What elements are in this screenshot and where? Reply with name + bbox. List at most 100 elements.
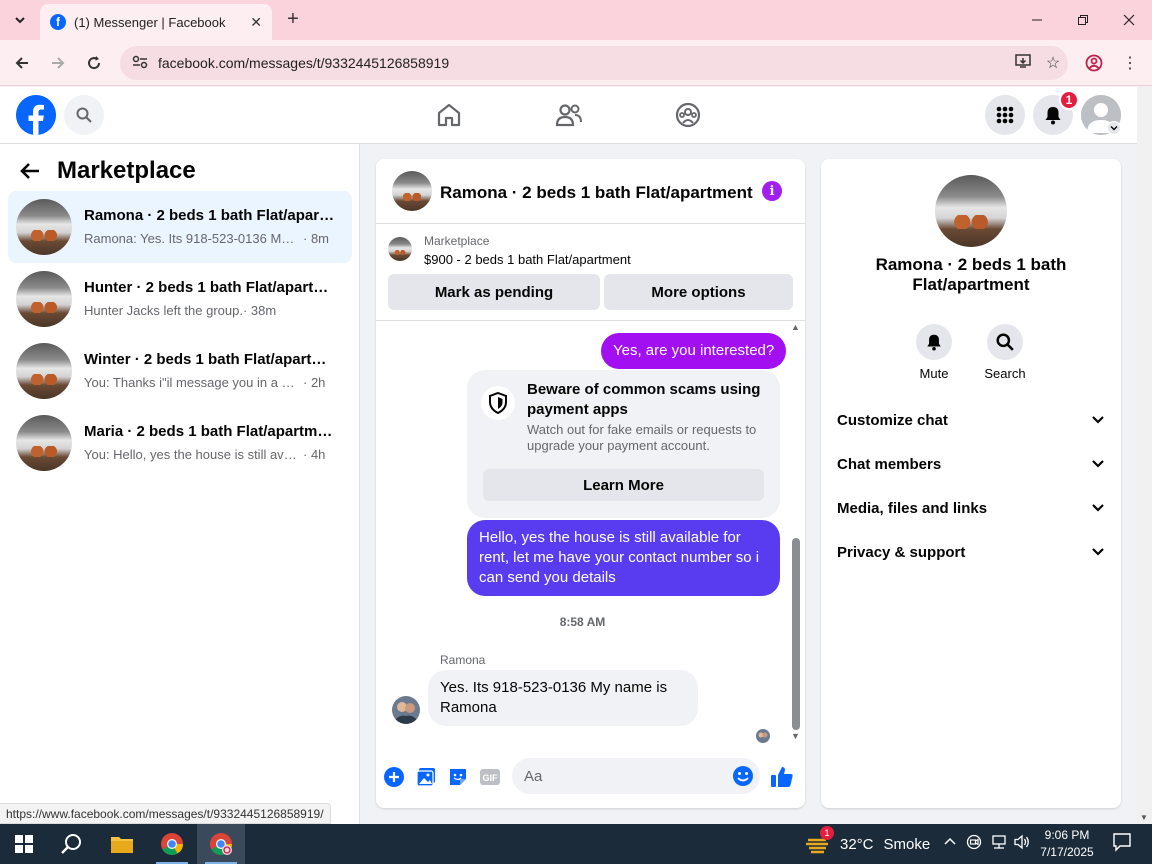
- mute-label: Mute: [919, 366, 949, 381]
- conversation-name: Hunter · 2 beds 1 bath Flat/apartment: [84, 279, 336, 296]
- search-icon[interactable]: [64, 95, 104, 135]
- sender-avatar[interactable]: [392, 696, 420, 724]
- chat-header: Ramona · 2 beds 1 bath Flat/apartment i: [376, 159, 805, 224]
- tab-close-icon[interactable]: ✕: [250, 14, 262, 31]
- scroll-down-arrow-icon[interactable]: ▼: [1140, 813, 1148, 822]
- plus-icon[interactable]: [382, 765, 406, 789]
- conversation-item[interactable]: Maria · 2 beds 1 bath Flat/apartment You…: [8, 407, 352, 479]
- chrome-profile-taskbar-icon[interactable]: [197, 824, 245, 864]
- notification-center-icon[interactable]: [1112, 832, 1132, 855]
- chat-title[interactable]: Ramona · 2 beds 1 bath Flat/apartment: [440, 183, 753, 203]
- groups-icon[interactable]: [672, 99, 704, 131]
- conversation-item[interactable]: Winter · 2 beds 1 bath Flat/apartment Yo…: [8, 335, 352, 407]
- volume-icon[interactable]: [1013, 834, 1031, 853]
- listing-thumbnail: [16, 343, 72, 399]
- listing-thumbnail: [388, 237, 412, 261]
- photo-icon[interactable]: [414, 765, 438, 789]
- menu-grid-icon[interactable]: [985, 95, 1025, 135]
- profile-icon[interactable]: [1081, 50, 1107, 76]
- browser-tab-messenger[interactable]: f (1) Messenger | Facebook ✕: [40, 4, 272, 40]
- info-icon[interactable]: i: [762, 181, 782, 201]
- restore-button[interactable]: [1060, 0, 1106, 40]
- conversation-preview: Ramona: Yes. Its 918-523-0136 My name is…: [84, 231, 329, 246]
- privacy-support-row[interactable]: Privacy & support: [837, 532, 1105, 572]
- chat-scrollbar[interactable]: ▲ ▼: [790, 322, 802, 742]
- scam-warning-description: Watch out for fake emails or requests to…: [527, 422, 757, 453]
- bookmark-star-icon[interactable]: ☆: [1038, 53, 1068, 73]
- sender-name: Ramona: [440, 653, 486, 667]
- network-icon[interactable]: [990, 834, 1008, 853]
- url-text[interactable]: facebook.com/messages/t/9332445126858919: [158, 55, 1008, 71]
- weather-icon: 1: [806, 826, 834, 856]
- clock-date: 7/17/2025: [1040, 845, 1094, 859]
- meet-now-icon[interactable]: [966, 834, 982, 853]
- conversation-item[interactable]: Hunter · 2 beds 1 bath Flat/apartment Hu…: [8, 263, 352, 335]
- weather-temperature: 32°C: [840, 835, 874, 853]
- chat-scroll-thumb[interactable]: [792, 538, 800, 730]
- more-options-button[interactable]: More options: [604, 274, 793, 310]
- new-tab-button[interactable]: +: [282, 8, 304, 30]
- system-clock[interactable]: 9:06 PM 7/17/2025: [1036, 827, 1098, 861]
- outgoing-message[interactable]: Hello, yes the house is still available …: [467, 520, 780, 596]
- chat-details-panel: Ramona · 2 beds 1 bath Flat/apartment Mu…: [821, 159, 1121, 808]
- tray-chevron-up-icon[interactable]: [943, 834, 957, 851]
- conversation-preview: You: Hello, yes the house is still avail…: [84, 447, 326, 462]
- chat-avatar[interactable]: [392, 171, 432, 211]
- gif-icon[interactable]: GIF: [478, 765, 502, 789]
- facebook-logo[interactable]: [16, 95, 56, 135]
- file-explorer-icon[interactable]: [98, 824, 146, 864]
- search-button[interactable]: Search: [975, 324, 1035, 381]
- minimize-button[interactable]: [1014, 0, 1060, 40]
- windows-start-icon[interactable]: [0, 824, 48, 864]
- sticker-icon[interactable]: [446, 765, 470, 789]
- weather-badge: 1: [820, 826, 834, 840]
- panel-title: Marketplace: [57, 157, 196, 184]
- account-chevron-icon[interactable]: [1107, 121, 1121, 135]
- chat-panel: Ramona · 2 beds 1 bath Flat/apartment i …: [376, 159, 805, 808]
- site-settings-icon[interactable]: [132, 55, 150, 72]
- conversation-name: Ramona · 2 beds 1 bath Flat/apartment: [84, 207, 336, 224]
- tab-search-chevron-icon[interactable]: [8, 8, 32, 32]
- conversation-item[interactable]: Ramona · 2 beds 1 bath Flat/apartment Ra…: [8, 191, 352, 263]
- address-bar[interactable]: facebook.com/messages/t/9332445126858919…: [120, 46, 1068, 80]
- back-button[interactable]: [9, 50, 35, 76]
- browser-menu-icon[interactable]: ⋮: [1117, 50, 1143, 76]
- message-input[interactable]: Aa: [512, 758, 760, 794]
- bell-icon: [916, 324, 952, 360]
- svg-text:GIF: GIF: [483, 773, 499, 783]
- mute-button[interactable]: Mute: [904, 324, 964, 381]
- incoming-message[interactable]: Yes. Its 918-523-0136 My name is Ramona: [428, 670, 698, 726]
- close-window-button[interactable]: [1106, 0, 1152, 40]
- scroll-up-arrow-icon[interactable]: ▲: [791, 322, 800, 332]
- scam-warning-title: Beware of common scams using payment app…: [527, 381, 761, 418]
- mark-as-pending-button[interactable]: Mark as pending: [388, 274, 600, 310]
- chrome-taskbar-icon[interactable]: [148, 824, 196, 864]
- listing-thumbnail: [16, 199, 72, 255]
- forward-button[interactable]: [45, 50, 71, 76]
- weather-description: Smoke: [883, 835, 931, 853]
- taskbar-search-icon[interactable]: [48, 824, 96, 864]
- reload-button[interactable]: [81, 50, 107, 76]
- status-url-tooltip: https://www.facebook.com/messages/t/9332…: [0, 803, 331, 824]
- scroll-down-arrow-icon[interactable]: ▼: [791, 731, 800, 741]
- weather-widget[interactable]: 1 32°C Smoke: [806, 824, 930, 864]
- chevron-down-icon: [1091, 456, 1105, 473]
- friends-icon[interactable]: [553, 99, 585, 131]
- install-app-icon[interactable]: [1008, 53, 1038, 74]
- listing-thumbnail: [16, 415, 72, 471]
- customize-chat-row[interactable]: Customize chat: [837, 400, 1105, 440]
- home-icon[interactable]: [433, 99, 465, 131]
- emoji-icon[interactable]: [732, 765, 754, 787]
- media-files-links-row[interactable]: Media, files and links: [837, 488, 1105, 528]
- page-scrollbar[interactable]: ▼: [1137, 87, 1152, 824]
- chat-members-row[interactable]: Chat members: [837, 444, 1105, 484]
- profile-avatar[interactable]: [935, 175, 1007, 247]
- outgoing-message[interactable]: Yes, are you interested?: [601, 333, 787, 369]
- learn-more-button[interactable]: Learn More: [483, 469, 764, 501]
- chevron-down-icon: [1091, 500, 1105, 517]
- listing-price-title[interactable]: $900 - 2 beds 1 bath Flat/apartment: [424, 252, 631, 267]
- like-thumb-icon[interactable]: [770, 765, 794, 789]
- message-input-placeholder: Aa: [524, 767, 543, 785]
- back-arrow-icon[interactable]: [20, 160, 40, 186]
- chevron-down-icon: [1091, 544, 1105, 561]
